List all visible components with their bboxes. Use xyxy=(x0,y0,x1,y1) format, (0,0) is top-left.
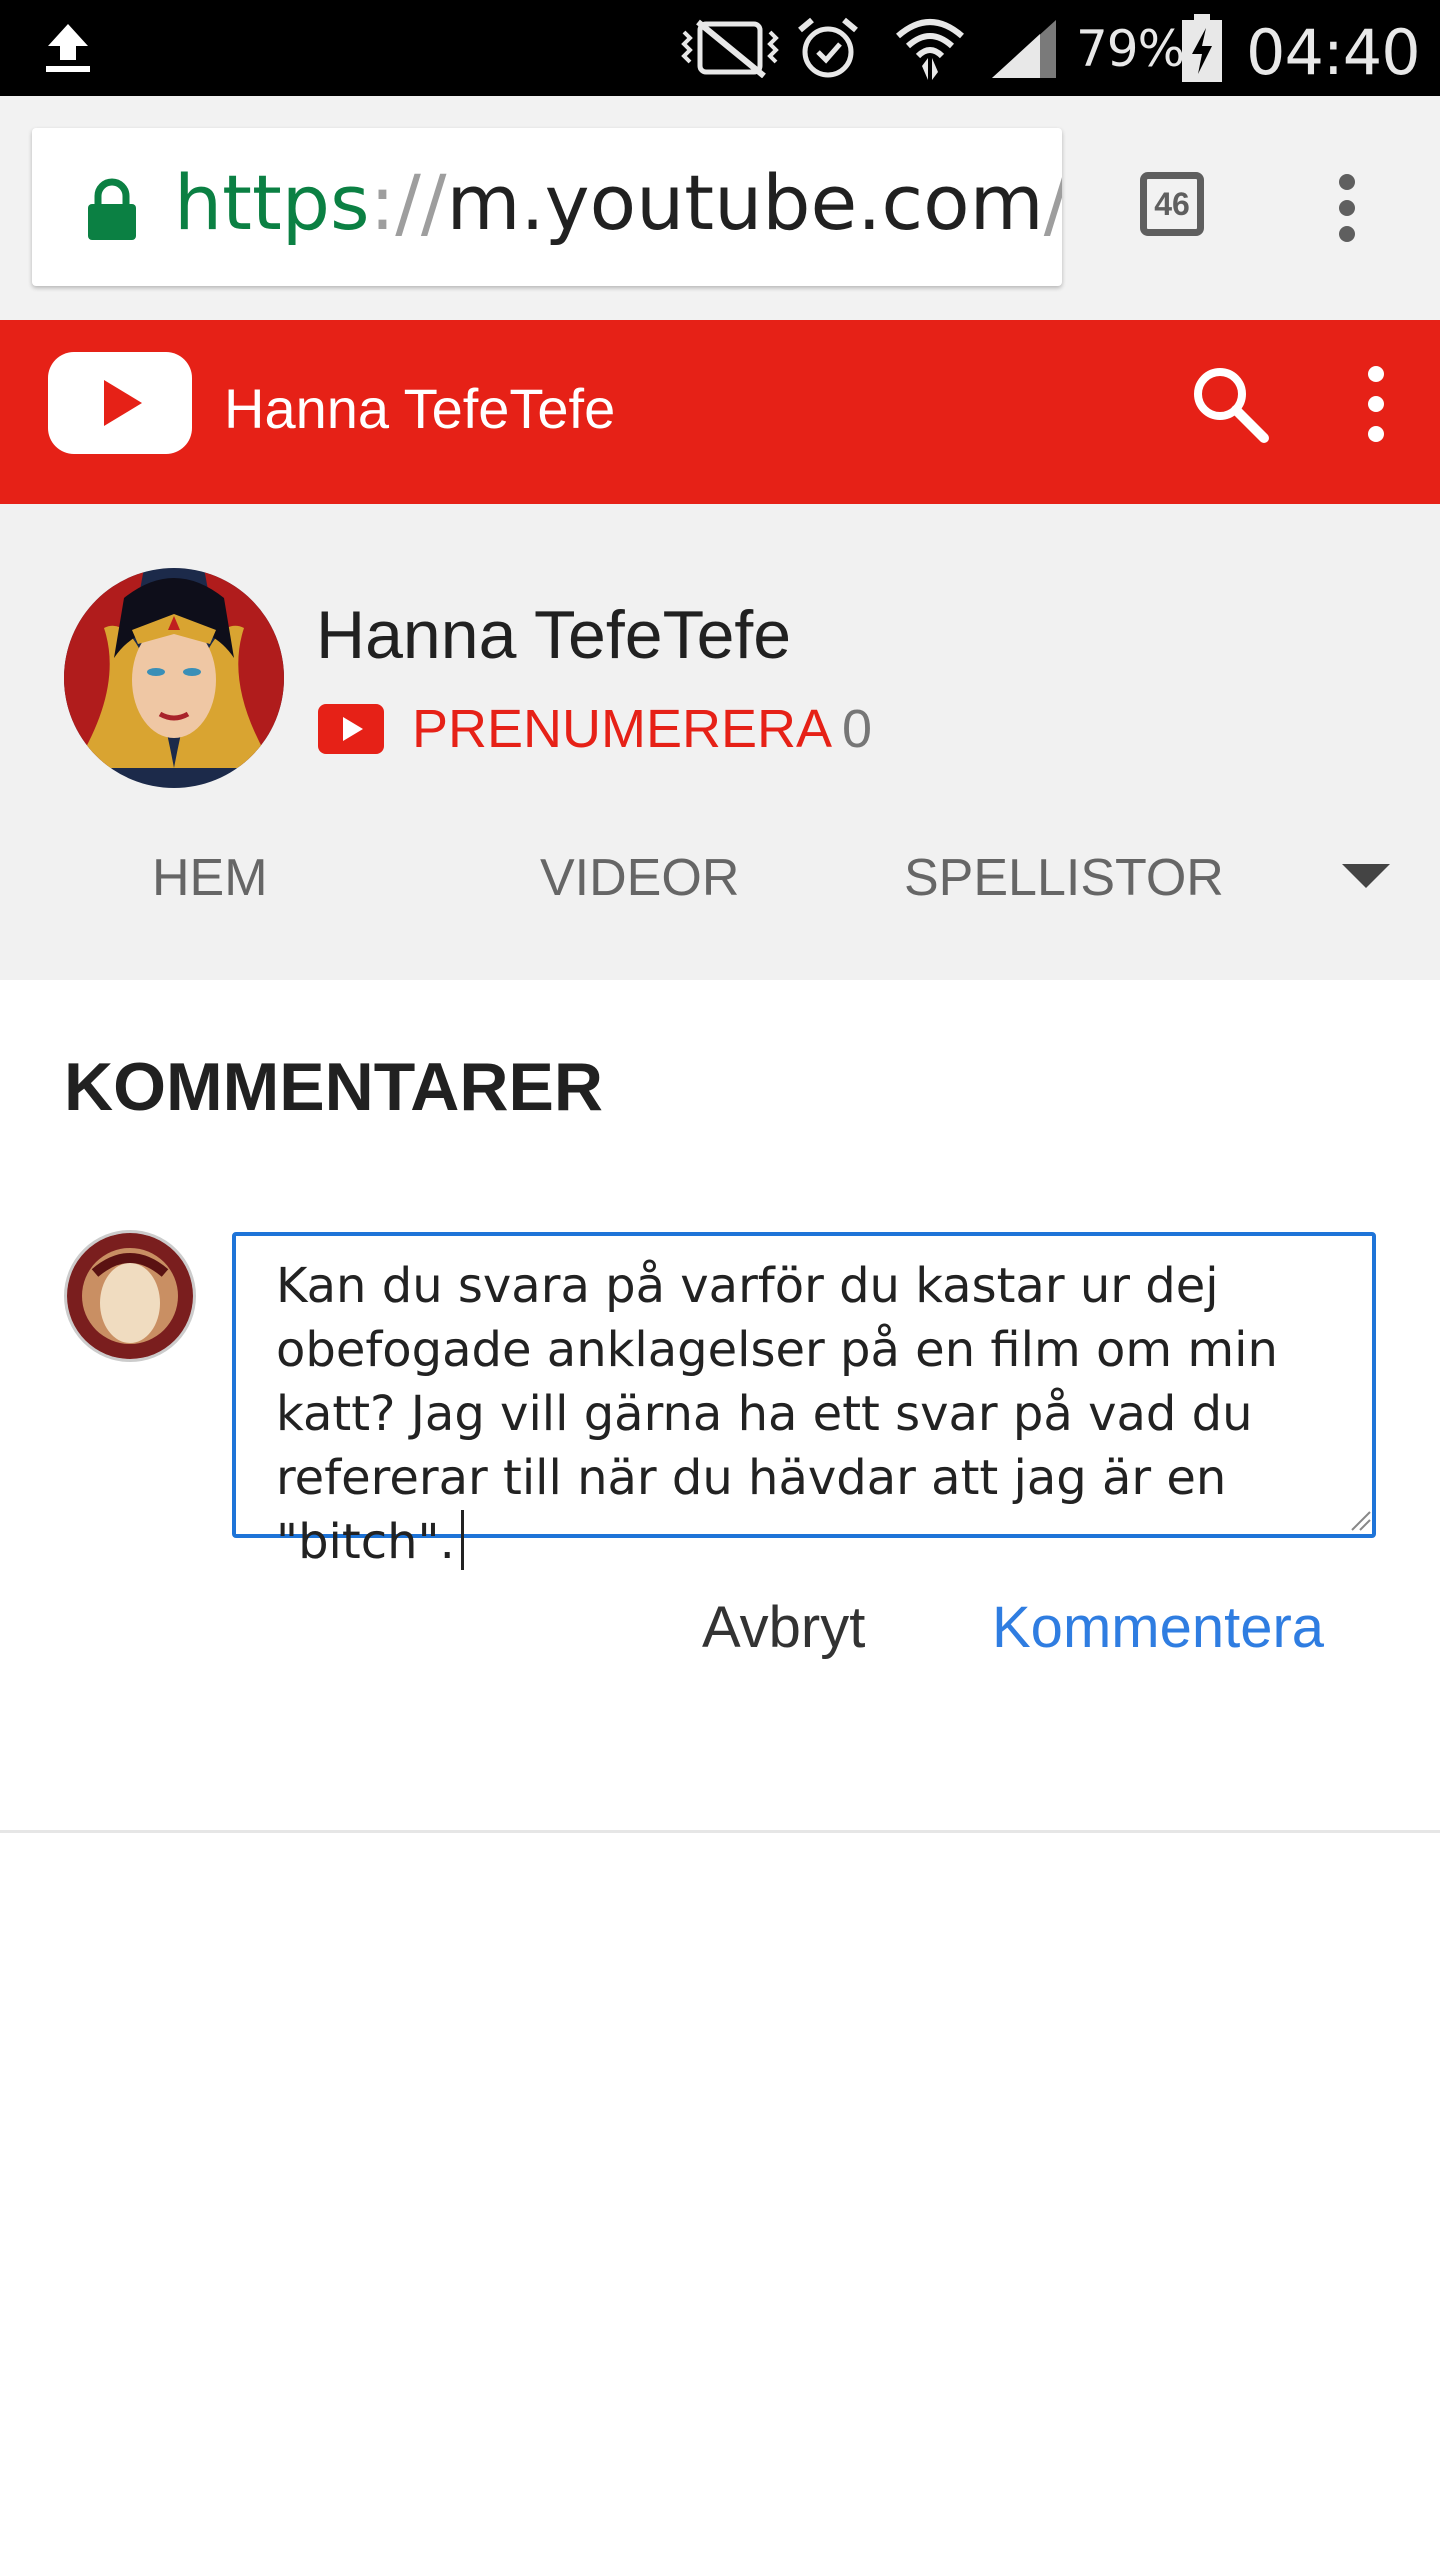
tab-switcher-button[interactable]: 46 xyxy=(1140,172,1204,236)
tab-videos[interactable]: VIDEOR xyxy=(540,848,739,908)
comments-heading: KOMMENTARER xyxy=(64,1049,603,1125)
cell-signal-icon xyxy=(992,20,1056,78)
comments-section: KOMMENTARER Kan du svara på varför du ka… xyxy=(0,980,1440,1833)
mute-vibrate-icon xyxy=(681,19,779,78)
more-options-icon[interactable] xyxy=(1354,364,1398,444)
browser-toolbar: https://m.youtube.com/c 46 xyxy=(0,96,1440,320)
comment-submit-button[interactable]: Kommentera xyxy=(992,1594,1324,1661)
subscriber-count: 0 xyxy=(842,699,873,759)
channel-avatar[interactable] xyxy=(64,568,284,788)
chevron-down-icon[interactable] xyxy=(1338,860,1394,892)
subscribe-button[interactable]: PRENUMERERA xyxy=(412,698,832,760)
url-host: m.youtube.com xyxy=(446,158,1044,247)
battery-percent: 79% xyxy=(1076,20,1185,78)
user-avatar xyxy=(64,1230,196,1362)
url-path: /c xyxy=(1044,158,1062,247)
youtube-logo-icon[interactable] xyxy=(48,352,192,454)
resize-handle-icon[interactable] xyxy=(1350,1510,1372,1532)
tab-home[interactable]: HEM xyxy=(152,848,268,908)
search-icon[interactable] xyxy=(1190,364,1270,444)
url-separator: :// xyxy=(369,158,447,247)
channel-header: Hanna TefeTefe PRENUMERERA 0 HEM VIDEOR … xyxy=(0,504,1440,982)
text-caret xyxy=(460,1510,464,1570)
url-scheme: https xyxy=(174,158,370,247)
youtube-header: Hanna TefeTefe xyxy=(0,320,1440,504)
address-bar[interactable]: https://m.youtube.com/c xyxy=(32,128,1062,286)
wifi-icon xyxy=(896,19,964,80)
clock: 04:40 xyxy=(1246,16,1421,89)
battery-charging-icon xyxy=(1182,14,1222,82)
youtube-subscribe-icon[interactable] xyxy=(318,704,384,754)
browser-menu-icon[interactable] xyxy=(1322,172,1372,244)
comment-input[interactable]: Kan du svara på varför du kastar ur dej … xyxy=(232,1232,1376,1570)
url-text: https://m.youtube.com/c xyxy=(174,158,1062,247)
channel-name: Hanna TefeTefe xyxy=(316,597,792,673)
comment-input-text: Kan du svara på varför du kastar ur dej … xyxy=(276,1258,1294,1570)
alarm-icon xyxy=(798,17,858,78)
wonder-woman-avatar-image xyxy=(64,568,284,788)
header-title: Hanna TefeTefe xyxy=(224,377,616,440)
status-bar: 79% 04:40 xyxy=(0,0,1440,96)
user-avatar-image xyxy=(67,1233,193,1359)
tab-playlists[interactable]: SPELLISTOR xyxy=(904,848,1224,908)
cancel-button[interactable]: Avbryt xyxy=(702,1594,865,1661)
lock-icon xyxy=(88,178,136,240)
upload-icon xyxy=(46,24,90,72)
